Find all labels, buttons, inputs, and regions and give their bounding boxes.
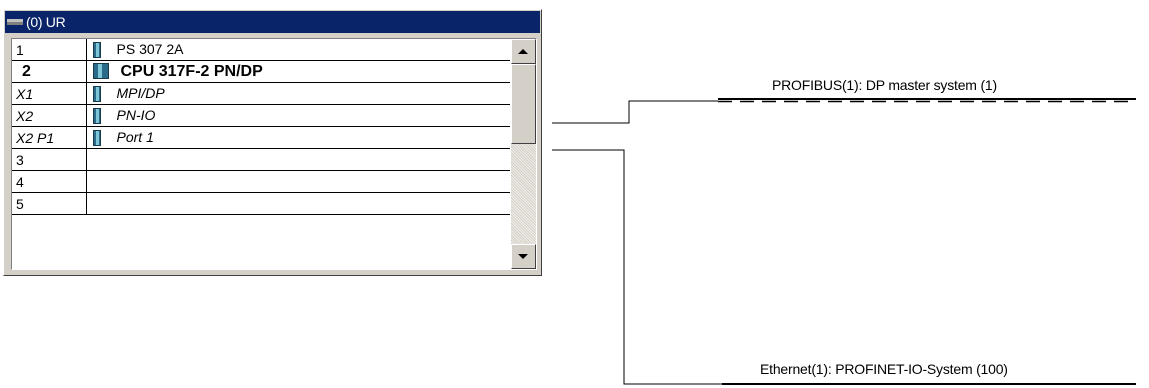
port-icon (92, 130, 101, 147)
arrow-down-icon (518, 254, 528, 259)
profibus-label[interactable]: PROFIBUS(1): DP master system (1) (772, 77, 997, 93)
scrollbar-thumb[interactable] (511, 64, 536, 144)
slot-row-3[interactable]: 3 (12, 148, 510, 171)
profibus-connection-line (552, 100, 718, 124)
scroll-up-button[interactable] (511, 39, 536, 64)
slot-number: 1 (12, 39, 87, 61)
slot-number: X2 P1 (12, 126, 87, 149)
module-name: CPU 317F-2 PN/DP (120, 62, 263, 80)
rack-slot-table: 1 PS 307 2A 2 CPU 317F-2 PN/DP X1 MPI/DP… (11, 38, 537, 270)
scroll-down-button[interactable] (511, 244, 536, 269)
rack-title: (0) UR (26, 14, 66, 30)
module-name: PN-IO (116, 106, 156, 123)
module-name: MPI/DP (116, 84, 165, 101)
slot-row-1[interactable]: 1 PS 307 2A (12, 39, 510, 61)
slot-row-x2-p1[interactable]: X2 P1 Port 1 (12, 126, 510, 149)
slot-row-x1[interactable]: X1 MPI/DP (12, 82, 510, 105)
interface-icon (92, 108, 101, 125)
module-name: PS 307 2A (116, 40, 184, 57)
slot-row-2[interactable]: 2 CPU 317F-2 PN/DP (12, 60, 510, 83)
rack-window[interactable]: (0) UR 1 PS 307 2A 2 CPU 317F-2 PN/DP X1… (3, 9, 542, 276)
ethernet-label[interactable]: Ethernet(1): PROFINET-IO-System (100) (760, 361, 1008, 377)
module-name (86, 170, 510, 193)
slot-number: 5 (12, 192, 87, 215)
slot-number: 2 (12, 60, 87, 83)
slot-number: 3 (12, 148, 87, 171)
module-name (86, 148, 510, 171)
slot-number: X2 (12, 104, 87, 127)
ethernet-connection-line (552, 149, 722, 385)
slot-row-5[interactable]: 5 (12, 192, 510, 215)
module-icon (92, 42, 101, 59)
rack-icon (7, 16, 23, 28)
interface-icon (92, 86, 101, 103)
slot-row-x2[interactable]: X2 PN-IO (12, 104, 510, 127)
vertical-scrollbar[interactable] (511, 39, 536, 269)
slot-row-4[interactable]: 4 (12, 170, 510, 193)
slot-number: X1 (12, 82, 87, 105)
cpu-module-icon (92, 63, 109, 80)
module-name (86, 192, 510, 215)
slot-number: 4 (12, 170, 87, 193)
arrow-up-icon (518, 49, 528, 54)
module-name: Port 1 (116, 128, 154, 145)
rack-title-bar[interactable]: (0) UR (5, 11, 540, 33)
